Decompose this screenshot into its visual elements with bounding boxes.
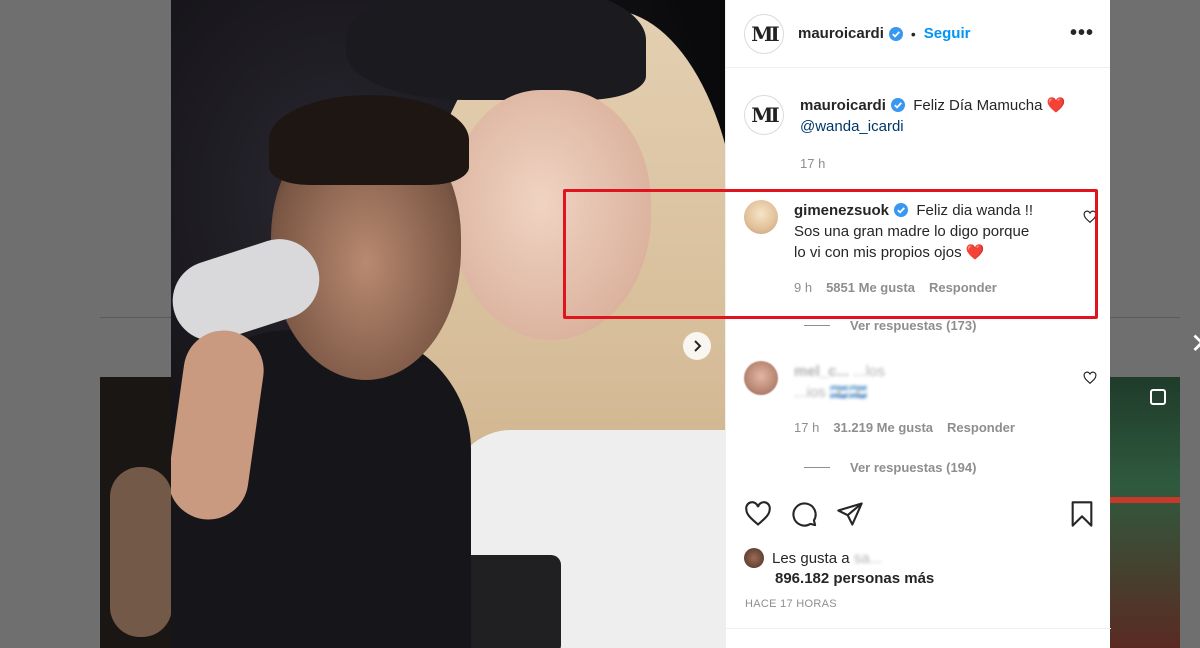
liker-username[interactable]: sa...	[854, 550, 882, 567]
view-replies-label: Ver respuestas (194)	[850, 460, 977, 475]
chevron-right-icon	[694, 340, 702, 352]
share-icon[interactable]	[836, 500, 864, 528]
likes-summary: Les gusta a sa... 896.182 personas más	[744, 548, 934, 589]
comments-list[interactable]: MI mauroicardi Feliz Día Mamucha ❤️ @wan…	[726, 69, 1111, 484]
post-actions	[744, 497, 1096, 531]
heart-emoji: ❤️	[1046, 97, 1066, 114]
comment-username[interactable]: gimenezsuok	[794, 202, 889, 219]
heart-emoji: ❤️	[965, 244, 985, 261]
post-modal: MI mauroicardi • Seguir ••• MI mauroicar…	[171, 0, 1111, 648]
caption-body: mauroicardi Feliz Día Mamucha ❤️ @wanda_…	[800, 95, 1065, 174]
replies-line	[804, 467, 830, 468]
background-post-thumbnail-right[interactable]	[1110, 377, 1180, 648]
comment-likes[interactable]: 31.219 Me gusta	[833, 420, 933, 435]
avatar[interactable]: MI	[744, 13, 784, 54]
post-header: MI mauroicardi • Seguir •••	[726, 0, 1110, 68]
caption-time[interactable]: 17 h	[800, 156, 825, 171]
comment-username[interactable]: mel_c...	[794, 363, 849, 380]
mention-link[interactable]: @wanda_icardi	[800, 118, 904, 135]
view-replies-button[interactable]: Ver respuestas (194)	[804, 460, 976, 475]
caption: MI mauroicardi Feliz Día Mamucha ❤️ @wan…	[744, 95, 1065, 174]
like-comment-icon[interactable]	[1083, 371, 1097, 385]
thumbnail-content	[110, 467, 172, 637]
liker-avatar[interactable]	[744, 548, 764, 568]
verified-badge-icon	[894, 203, 909, 217]
next-photo-button[interactable]	[683, 332, 711, 360]
comment-icon[interactable]	[790, 500, 818, 528]
divider	[726, 628, 1111, 629]
photo-cap	[346, 0, 646, 100]
photo-hair-man	[269, 95, 469, 185]
follow-button[interactable]: Seguir	[924, 25, 971, 42]
caption-text: Feliz Día Mamucha	[913, 97, 1043, 114]
reply-button[interactable]: Responder	[929, 280, 997, 295]
comment-time[interactable]: 17 h	[794, 420, 819, 435]
likes-prefix: Les gusta a	[772, 550, 850, 567]
avatar[interactable]	[744, 361, 778, 395]
photo-face-woman	[451, 90, 651, 340]
view-replies-button[interactable]: Ver respuestas (173)	[804, 318, 976, 333]
verified-badge-icon	[888, 26, 903, 41]
avatar[interactable]: MI	[744, 95, 784, 135]
replies-line	[804, 325, 830, 326]
close-modal-icon[interactable]: ✕	[1190, 330, 1200, 358]
comment-item: gimenezsuok Feliz dia wanda !! Sos una g…	[744, 200, 1033, 298]
comment-item: mel_c... ...los ...ios 🇦🇷🇦🇷 17 h 31.219 M…	[744, 361, 1015, 438]
post-side-panel: MI mauroicardi • Seguir ••• MI mauroicar…	[725, 0, 1111, 648]
comment-text: ...los	[853, 363, 885, 380]
like-icon[interactable]	[744, 500, 772, 528]
thumbnail-content	[1110, 497, 1180, 503]
comment-body: gimenezsuok Feliz dia wanda !! Sos una g…	[794, 200, 1033, 298]
more-options-icon[interactable]: •••	[1070, 22, 1094, 45]
background-post-thumbnail[interactable]	[100, 377, 172, 648]
carousel-icon	[1150, 389, 1166, 405]
comment-likes[interactable]: 5851 Me gusta	[826, 280, 915, 295]
separator-dot: •	[910, 25, 916, 42]
comment-text-line: Sos una gran madre lo digo porque	[794, 223, 1030, 240]
view-replies-label: Ver respuestas (173)	[850, 318, 977, 333]
post-timestamp[interactable]: HACE 17 HORAS	[745, 598, 837, 610]
reply-button[interactable]: Responder	[947, 420, 1015, 435]
photo-top	[461, 555, 561, 648]
comment-text-line: ...ios 🇦🇷🇦🇷	[794, 384, 868, 401]
comment-body: mel_c... ...los ...ios 🇦🇷🇦🇷 17 h 31.219 M…	[794, 361, 1015, 438]
likes-count[interactable]: 896.182 personas más	[775, 570, 934, 587]
caption-username[interactable]: mauroicardi	[800, 97, 886, 114]
bookmark-icon[interactable]	[1068, 500, 1096, 528]
avatar[interactable]	[744, 200, 778, 234]
comment-text-line: lo vi con mis propios ojos	[794, 244, 962, 261]
comment-text: Feliz dia wanda !!	[916, 202, 1034, 219]
comment-time[interactable]: 9 h	[794, 280, 812, 295]
avatar-monogram: MI	[751, 103, 779, 127]
verified-badge-icon	[890, 98, 905, 112]
like-comment-icon[interactable]	[1083, 210, 1097, 224]
post-photo[interactable]	[171, 0, 725, 648]
avatar-monogram: MI	[751, 21, 779, 46]
username-link[interactable]: mauroicardi	[798, 25, 884, 42]
